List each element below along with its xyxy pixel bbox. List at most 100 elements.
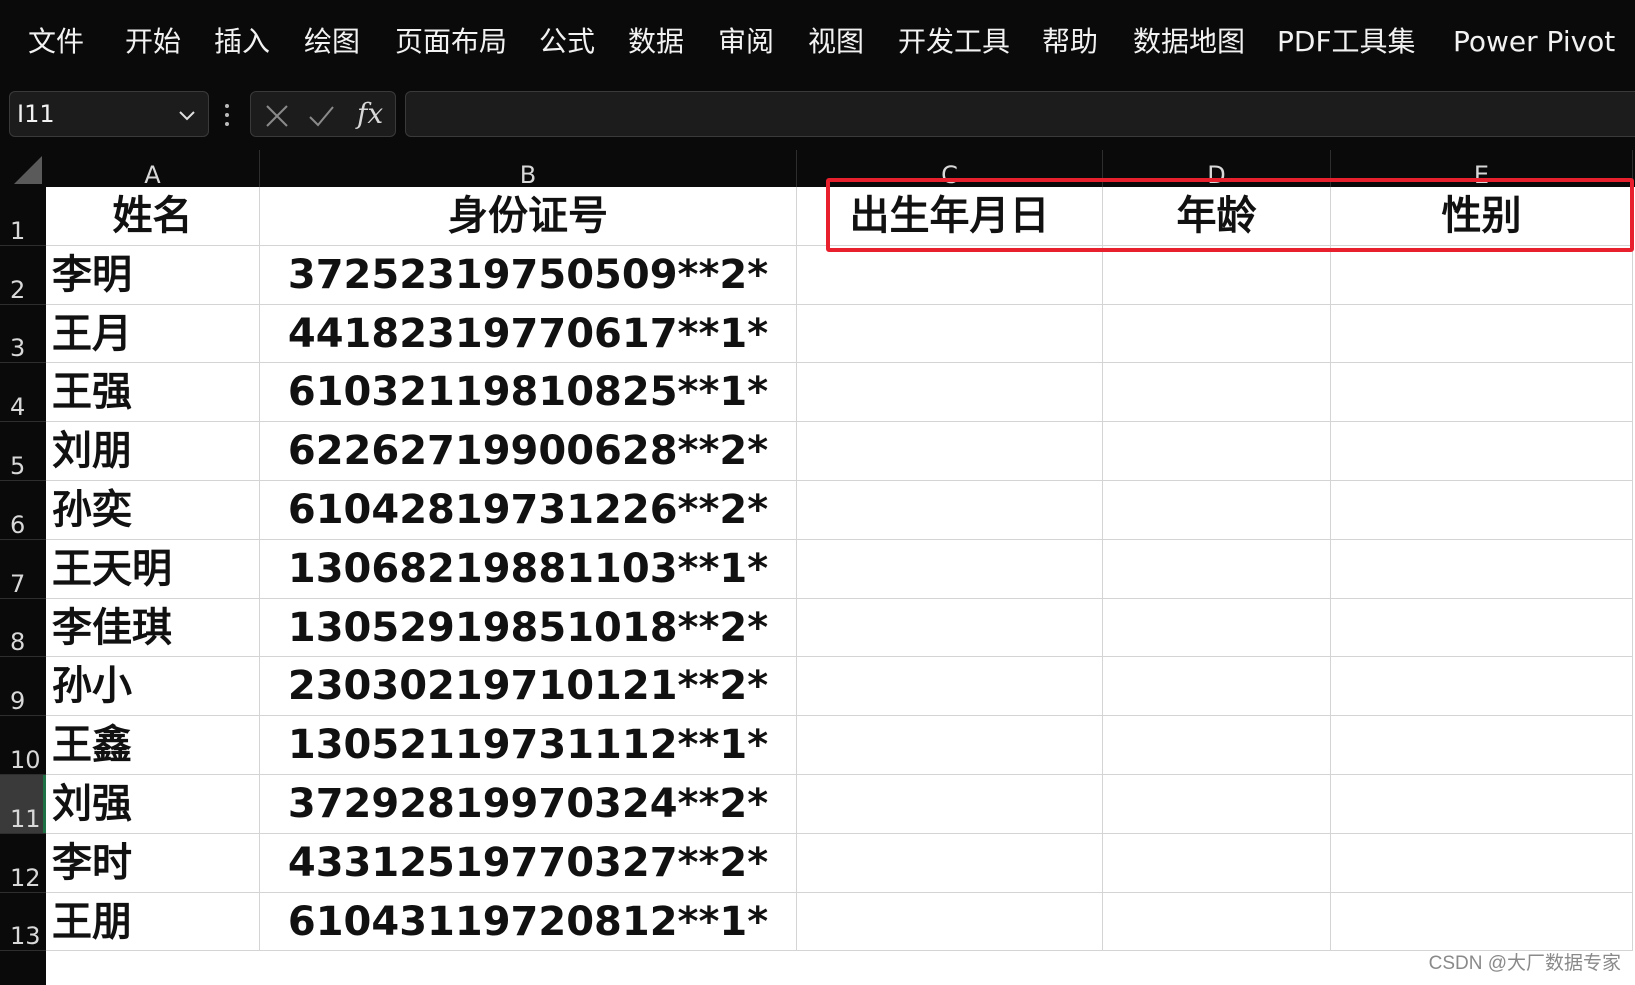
- name-cell[interactable]: 王鑫: [46, 716, 260, 775]
- id-number-cell[interactable]: 13068219881103**1*: [260, 539, 797, 599]
- birthdate-cell[interactable]: [797, 833, 1103, 893]
- id-number-cell[interactable]: 13052119731112**1*: [260, 716, 797, 775]
- gender-cell[interactable]: [1331, 363, 1633, 423]
- menu-file[interactable]: 文件: [28, 22, 84, 62]
- id-number-cell[interactable]: 44182319770617**1*: [260, 304, 797, 364]
- gender-cell[interactable]: [1331, 657, 1633, 717]
- name-cell[interactable]: 王强: [46, 363, 260, 423]
- header-cell[interactable]: 姓名: [46, 187, 260, 246]
- menu-help[interactable]: 帮助: [1042, 22, 1098, 62]
- header-cell[interactable]: 性别: [1331, 187, 1633, 246]
- menu-insert[interactable]: 插入: [214, 22, 270, 62]
- id-number-cell[interactable]: 37292819970324**2*: [260, 775, 797, 834]
- age-cell[interactable]: [1103, 716, 1331, 775]
- row-header-2[interactable]: 2: [0, 246, 46, 305]
- gender-cell[interactable]: [1331, 304, 1633, 364]
- name-cell[interactable]: 孙小: [46, 657, 260, 717]
- name-cell[interactable]: 李明: [46, 245, 260, 305]
- id-number-cell[interactable]: 61043119720812**1*: [260, 892, 797, 952]
- gender-cell[interactable]: [1331, 481, 1633, 540]
- gender-cell[interactable]: [1331, 245, 1633, 305]
- birthdate-cell[interactable]: [797, 892, 1103, 952]
- row-header-13[interactable]: 13: [0, 893, 46, 952]
- row-header-7[interactable]: 7: [0, 540, 46, 599]
- age-cell[interactable]: [1103, 481, 1331, 540]
- header-cell[interactable]: 年龄: [1103, 187, 1331, 246]
- menu-power-pivot[interactable]: Power Pivot: [1453, 22, 1615, 62]
- birthdate-cell[interactable]: [797, 422, 1103, 481]
- menu-formulas[interactable]: 公式: [539, 22, 595, 62]
- age-cell[interactable]: [1103, 833, 1331, 893]
- row-header-3[interactable]: 3: [0, 305, 46, 364]
- gender-cell[interactable]: [1331, 539, 1633, 599]
- gender-cell[interactable]: [1331, 422, 1633, 481]
- menu-developer[interactable]: 开发工具: [898, 22, 1010, 62]
- menu-pdf-tools[interactable]: PDF工具集: [1277, 22, 1416, 62]
- birthdate-cell[interactable]: [797, 598, 1103, 658]
- name-cell[interactable]: 王天明: [46, 539, 260, 599]
- row-header-5[interactable]: 5: [0, 422, 46, 481]
- age-cell[interactable]: [1103, 539, 1331, 599]
- gender-cell[interactable]: [1331, 892, 1633, 952]
- menu-review[interactable]: 审阅: [718, 22, 774, 62]
- more-options-icon[interactable]: [224, 102, 230, 128]
- header-cell[interactable]: 身份证号: [260, 187, 797, 246]
- name-cell[interactable]: 李时: [46, 833, 260, 893]
- id-number-cell[interactable]: 43312519770327**2*: [260, 833, 797, 893]
- age-cell[interactable]: [1103, 304, 1331, 364]
- birthdate-cell[interactable]: [797, 363, 1103, 423]
- birthdate-cell[interactable]: [797, 775, 1103, 834]
- row-header-10[interactable]: 10: [0, 716, 46, 775]
- birthdate-cell[interactable]: [797, 245, 1103, 305]
- id-number-cell[interactable]: 62262719900628**2*: [260, 422, 797, 481]
- id-number-cell[interactable]: 61042819731226**2*: [260, 481, 797, 540]
- formula-input[interactable]: [405, 91, 1635, 137]
- id-number-cell[interactable]: 23030219710121**2*: [260, 657, 797, 717]
- id-number-cell[interactable]: 37252319750509**2*: [260, 245, 797, 305]
- birthdate-cell[interactable]: [797, 657, 1103, 717]
- birthdate-cell[interactable]: [797, 304, 1103, 364]
- birthdate-cell[interactable]: [797, 481, 1103, 540]
- menu-draw[interactable]: 绘图: [304, 22, 360, 62]
- select-all-corner[interactable]: [0, 150, 46, 187]
- name-box[interactable]: I11: [9, 91, 209, 137]
- birthdate-cell[interactable]: [797, 716, 1103, 775]
- age-cell[interactable]: [1103, 892, 1331, 952]
- menu-page-layout[interactable]: 页面布局: [395, 22, 507, 62]
- row-header-12[interactable]: 12: [0, 834, 46, 893]
- row-header-4[interactable]: 4: [0, 363, 46, 423]
- row-header-1[interactable]: 1: [0, 187, 46, 246]
- age-cell[interactable]: [1103, 245, 1331, 305]
- age-cell[interactable]: [1103, 422, 1331, 481]
- id-number-cell[interactable]: 13052919851018**2*: [260, 598, 797, 658]
- column-header-d[interactable]: D: [1103, 150, 1331, 187]
- id-number-cell[interactable]: 61032119810825**1*: [260, 363, 797, 423]
- name-cell[interactable]: 孙奕: [46, 481, 260, 540]
- name-cell[interactable]: 王月: [46, 304, 260, 364]
- gender-cell[interactable]: [1331, 775, 1633, 834]
- chevron-down-icon[interactable]: [176, 104, 198, 126]
- column-header-e[interactable]: E: [1331, 150, 1633, 187]
- gender-cell[interactable]: [1331, 716, 1633, 775]
- row-header-11[interactable]: 11: [0, 775, 46, 834]
- age-cell[interactable]: [1103, 775, 1331, 834]
- name-cell[interactable]: 刘朋: [46, 422, 260, 481]
- age-cell[interactable]: [1103, 657, 1331, 717]
- menu-data-map[interactable]: 数据地图: [1133, 22, 1245, 62]
- row-header-8[interactable]: 8: [0, 599, 46, 658]
- check-icon[interactable]: [307, 102, 335, 130]
- name-cell[interactable]: 王朋: [46, 892, 260, 952]
- menu-data[interactable]: 数据: [628, 22, 684, 62]
- gender-cell[interactable]: [1331, 598, 1633, 658]
- age-cell[interactable]: [1103, 363, 1331, 423]
- name-cell[interactable]: 李佳琪: [46, 598, 260, 658]
- menu-view[interactable]: 视图: [808, 22, 864, 62]
- name-cell[interactable]: 刘强: [46, 775, 260, 834]
- age-cell[interactable]: [1103, 598, 1331, 658]
- row-header-6[interactable]: 6: [0, 481, 46, 540]
- header-cell[interactable]: 出生年月日: [797, 187, 1103, 246]
- column-header-b[interactable]: B: [260, 150, 797, 187]
- insert-function-button[interactable]: fx: [357, 97, 383, 130]
- gender-cell[interactable]: [1331, 833, 1633, 893]
- row-header-9[interactable]: 9: [0, 657, 46, 717]
